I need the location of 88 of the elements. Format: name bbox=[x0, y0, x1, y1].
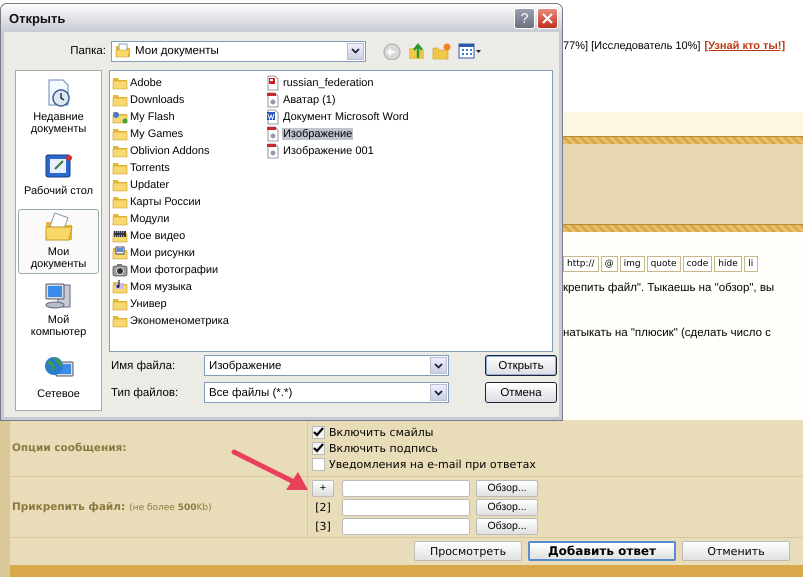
word-document-icon bbox=[265, 108, 281, 124]
file-name[interactable]: Универ bbox=[129, 298, 168, 310]
image-file-icon bbox=[265, 74, 281, 90]
dropdown-arrow-button[interactable] bbox=[347, 42, 364, 60]
dropdown-field[interactable]: Изображение bbox=[204, 355, 449, 376]
checkbox-label: Уведомления на e-mail при ответах bbox=[329, 458, 536, 470]
form-button[interactable]: Отменить bbox=[682, 541, 790, 561]
places-item[interactable]: Недавние документы bbox=[18, 73, 99, 139]
quiz-link[interactable]: [Узнай кто ты!] bbox=[704, 40, 786, 52]
up-folder-icon[interactable] bbox=[408, 42, 426, 60]
file-name[interactable]: Моя музыка bbox=[129, 280, 193, 292]
documents-folder-icon bbox=[115, 43, 131, 59]
checkmark-icon bbox=[313, 427, 324, 437]
document-icon bbox=[265, 142, 281, 158]
file-name[interactable]: Мои рисунки bbox=[129, 246, 196, 258]
bbcode-button[interactable]: hide bbox=[714, 256, 742, 272]
file-name[interactable]: Изображение 001 bbox=[282, 144, 375, 156]
rank-text: 77%] [Исследователь 10%] bbox=[563, 40, 700, 52]
checkbox-label: Включить подпись bbox=[329, 442, 438, 454]
field-label: Тип файлов: bbox=[110, 386, 180, 398]
bbcode-button[interactable]: code bbox=[682, 256, 712, 272]
browse-button[interactable]: Обзор... bbox=[476, 518, 538, 534]
chevron-down-icon bbox=[434, 362, 443, 368]
dropdown-arrow-button[interactable] bbox=[430, 357, 447, 374]
dropdown-field[interactable]: Все файлы (*.*) bbox=[204, 382, 449, 403]
form-label: Опции сообщения: bbox=[12, 442, 127, 454]
file-name[interactable]: Downloads bbox=[129, 94, 186, 106]
file-name[interactable]: My Flash bbox=[129, 110, 176, 122]
cancel-button[interactable]: Отмена bbox=[485, 382, 557, 403]
browse-button[interactable]: Обзор... bbox=[476, 480, 538, 496]
checkbox-label: Включить смайлы bbox=[329, 426, 434, 438]
document-icon bbox=[265, 92, 281, 108]
close-button[interactable] bbox=[537, 8, 558, 28]
message-text: крепить файл". Тыкаешь на "обзор", вы bbox=[563, 282, 776, 294]
music-folder-icon bbox=[112, 278, 128, 294]
checkbox[interactable] bbox=[312, 458, 325, 470]
file-field[interactable] bbox=[342, 498, 470, 516]
picture-folder-icon bbox=[112, 244, 128, 260]
file-name[interactable]: My Games bbox=[129, 128, 184, 140]
bbcode-button[interactable]: img bbox=[620, 256, 645, 272]
file-number: [2] bbox=[314, 500, 332, 514]
camera-icon bbox=[112, 262, 128, 278]
checkmark-icon bbox=[313, 443, 324, 453]
places-item[interactable]: Сетевое bbox=[18, 344, 99, 410]
folder-dropdown[interactable]: Мои документы bbox=[111, 40, 366, 62]
checkbox[interactable] bbox=[312, 426, 325, 438]
file-name[interactable]: Updater bbox=[129, 178, 170, 190]
message-text: натыкать на "плюсик" (сделать число с bbox=[563, 327, 772, 340]
file-name[interactable]: Модули bbox=[129, 212, 170, 224]
places-item[interactable]: Мой компьютер bbox=[18, 276, 99, 342]
file-name[interactable]: Карты России bbox=[129, 196, 202, 208]
form-label: Прикрепить файл: bbox=[12, 501, 126, 513]
bbcode-button[interactable]: @ bbox=[600, 256, 618, 272]
places-item[interactable]: Рабочий стол bbox=[18, 140, 99, 207]
file-name[interactable]: Мои фотографии bbox=[129, 264, 220, 276]
file-name[interactable]: Мое видео bbox=[129, 230, 186, 242]
document-icon bbox=[265, 126, 281, 142]
file-name[interactable]: Oblivion Addons bbox=[129, 144, 210, 156]
field-label: Имя файла: bbox=[110, 360, 176, 372]
checkbox[interactable] bbox=[312, 442, 325, 454]
places-item[interactable]: Мои документы bbox=[18, 208, 99, 274]
file-name[interactable]: Аватар (1) bbox=[282, 94, 337, 106]
size-limit-note: (не более 500Kb) bbox=[129, 503, 212, 513]
window-title: Открыть bbox=[9, 10, 66, 26]
form-button[interactable]: Просмотреть bbox=[414, 541, 522, 561]
bbcode-button[interactable]: li bbox=[744, 256, 758, 272]
browse-button[interactable]: Обзор... bbox=[476, 498, 538, 516]
bbcode-button[interactable]: http:// bbox=[563, 256, 599, 272]
field-label: Папка: bbox=[69, 45, 107, 57]
add-file-button[interactable]: + bbox=[312, 480, 334, 496]
file-number: [3] bbox=[314, 520, 332, 532]
file-name[interactable]: Изображение bbox=[282, 128, 354, 140]
open-button[interactable]: Открыть bbox=[485, 355, 557, 376]
file-name[interactable]: Экономенометрика bbox=[129, 314, 230, 326]
dropdown-value: Мои документы bbox=[135, 45, 220, 57]
form-button[interactable]: Добавить ответ bbox=[528, 541, 676, 561]
file-field[interactable] bbox=[342, 480, 470, 496]
close-icon bbox=[542, 12, 553, 24]
file-name[interactable]: Adobe bbox=[129, 76, 163, 88]
file-name[interactable]: russian_federation bbox=[282, 76, 375, 88]
bbcode-button[interactable]: quote bbox=[646, 256, 681, 272]
file-field[interactable] bbox=[342, 518, 470, 534]
file-name[interactable]: Документ Microsoft Word bbox=[282, 110, 410, 122]
view-menu-icon[interactable] bbox=[458, 42, 482, 60]
dropdown-arrow-button[interactable] bbox=[430, 384, 447, 401]
file-name[interactable]: Torrents bbox=[129, 162, 171, 174]
chevron-down-icon bbox=[351, 48, 360, 54]
chevron-down-icon bbox=[434, 390, 443, 396]
